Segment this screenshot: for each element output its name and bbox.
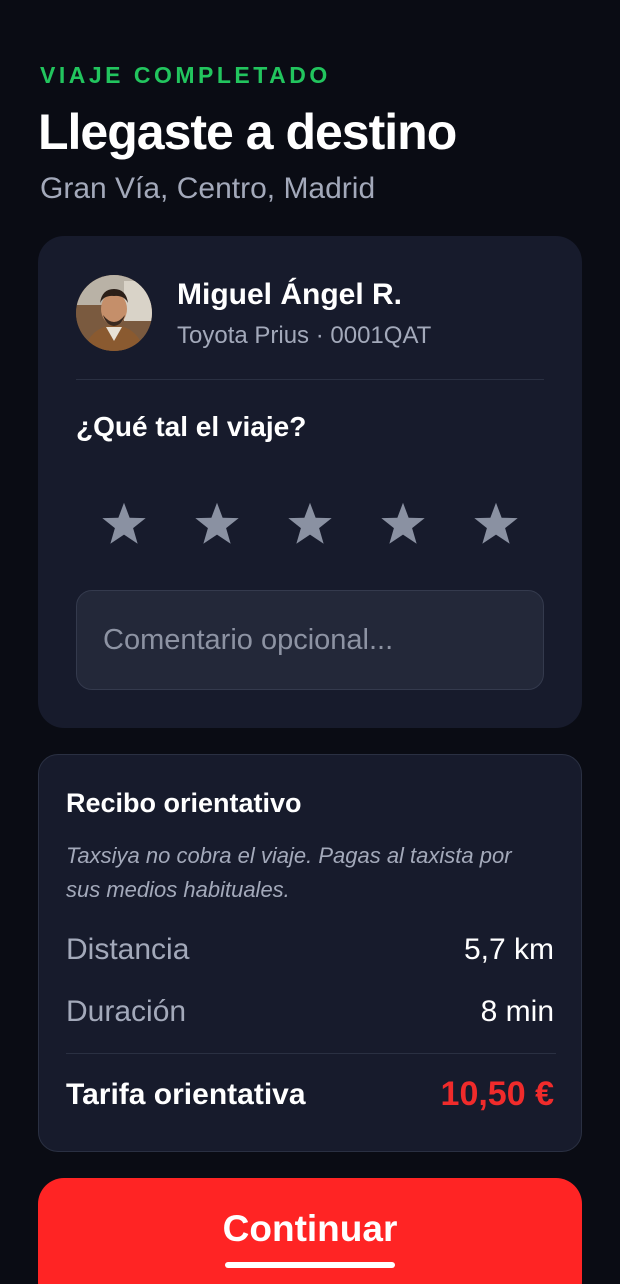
page-title: Llegaste a destino	[38, 104, 457, 160]
star-rating	[76, 498, 544, 554]
rating-card: Miguel Ángel R. Toyota Prius · 0001QAT ¿…	[38, 236, 582, 728]
distance-value: 5,7 km	[463, 933, 554, 966]
receipt-card: Recibo orientativo Taxsiya no cobra el v…	[38, 754, 582, 1152]
continue-button[interactable]: Continuar	[38, 1178, 582, 1284]
star-icon[interactable]	[377, 498, 429, 550]
receipt-title: Recibo orientativo	[66, 788, 302, 818]
continue-label: Continuar	[222, 1208, 398, 1249]
star-icon[interactable]	[284, 498, 336, 550]
duration-value: 8 min	[480, 995, 554, 1028]
destination-address: Gran Vía, Centro, Madrid	[40, 172, 376, 205]
rating-question: ¿Qué tal el viaje?	[76, 411, 307, 442]
fare-value: 10,50 €	[440, 1075, 554, 1113]
star-icon[interactable]	[470, 498, 522, 550]
duration-label: Duración	[66, 995, 187, 1028]
comment-input[interactable]	[76, 590, 544, 690]
receipt-note: Taxsiya no cobra el viaje. Pagas al taxi…	[66, 843, 512, 902]
divider	[66, 1053, 556, 1054]
vehicle-info: Toyota Prius · 0001QAT	[177, 322, 432, 349]
trip-status-label: VIAJE COMPLETADO	[40, 62, 331, 88]
star-icon[interactable]	[191, 498, 243, 550]
driver-name: Miguel Ángel R.	[177, 278, 402, 311]
driver-avatar	[76, 275, 152, 351]
fare-label: Tarifa orientativa	[66, 1078, 306, 1111]
star-icon[interactable]	[98, 498, 150, 550]
divider	[76, 379, 544, 380]
distance-label: Distancia	[66, 933, 190, 966]
home-indicator	[225, 1262, 395, 1268]
